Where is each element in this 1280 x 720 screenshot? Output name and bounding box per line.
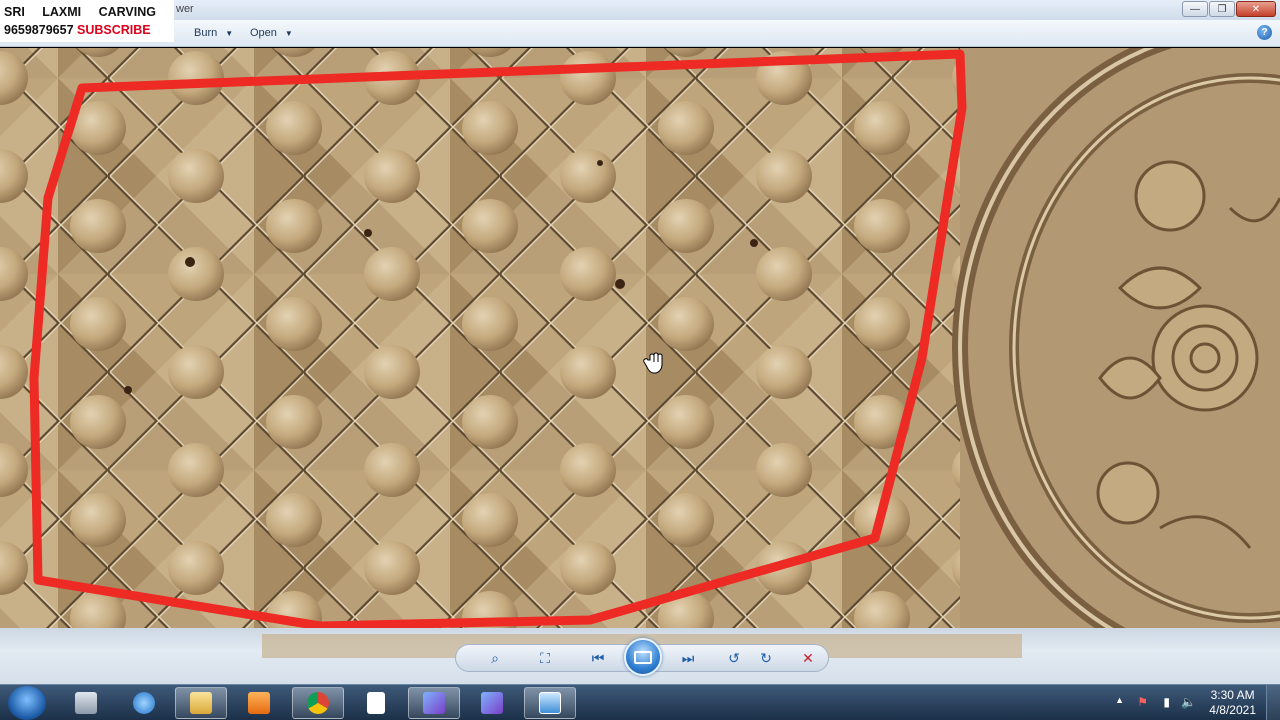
delete-icon: ✕ — [802, 649, 814, 666]
document-icon — [367, 692, 385, 714]
taskbar: ▲ ⚑ ▮ 🔈 3:30 AM 4/8/2021 — [0, 684, 1280, 720]
rotate-ccw-icon: ↺ — [728, 649, 740, 666]
clock-time: 3:30 AM — [1210, 688, 1255, 702]
tray-expand-icon[interactable]: ▲ — [1115, 695, 1124, 705]
taskbar-internet-explorer[interactable] — [118, 687, 170, 719]
slideshow-button[interactable] — [624, 638, 662, 676]
previous-icon: ⏮ — [591, 649, 605, 666]
artcam-icon — [423, 692, 445, 714]
rotate-clockwise-button[interactable]: ↻ — [754, 648, 778, 668]
watermark-word: CARVING — [98, 5, 156, 19]
zoom-button[interactable]: ⌕ — [480, 648, 510, 668]
chevron-down-icon: ▼ — [225, 29, 234, 38]
system-clock[interactable]: 3:30 AM 4/8/2021 — [1209, 688, 1256, 718]
clock-date: 4/8/2021 — [1209, 703, 1256, 717]
window-controls: — ❐ ✕ — [1182, 1, 1276, 17]
taskbar-chrome[interactable] — [292, 687, 344, 719]
show-desktop-button[interactable] — [1266, 685, 1280, 720]
folder-icon — [190, 692, 212, 714]
title-bar: wer — ❐ ✕ — [0, 0, 1280, 20]
photo-viewer-icon — [539, 692, 561, 714]
taskbar-photo-viewer[interactable] — [524, 687, 576, 719]
next-button[interactable]: ⏭ — [676, 648, 700, 668]
image-viewport[interactable] — [0, 48, 1280, 628]
taskbar-artcam-2[interactable] — [466, 687, 518, 719]
delete-button[interactable]: ✕ — [796, 648, 820, 668]
watermark-title-row: SRI LAXMI CARVING — [4, 3, 156, 21]
help-icon[interactable]: ? — [1257, 25, 1272, 40]
network-icon[interactable]: ▮ — [1163, 695, 1170, 709]
viewer-controls: ⌕ ⛶ ⏮ ⏭ ↺ ↻ ✕ — [0, 628, 1280, 684]
chrome-icon — [307, 692, 329, 714]
fit-icon: ⛶ — [540, 649, 550, 666]
fit-to-window-button[interactable]: ⛶ — [533, 648, 557, 668]
taskbar-artcam-1[interactable] — [408, 687, 460, 719]
watermark-phone: 9659879657 — [4, 23, 74, 37]
taskbar-calculator[interactable] — [60, 687, 112, 719]
slideshow-icon — [634, 650, 652, 664]
window-title: wer — [176, 3, 194, 15]
next-icon: ⏭ — [681, 649, 695, 666]
watermark-word: LAXMI — [42, 5, 82, 19]
watermark-word: SRI — [4, 5, 25, 19]
action-center-flag-icon[interactable]: ⚑ — [1137, 695, 1148, 709]
chevron-down-icon: ▼ — [284, 29, 293, 38]
taskbar-document[interactable] — [350, 687, 402, 719]
burn-menu[interactable]: Burn ▼ — [194, 27, 233, 39]
carving-photo — [0, 48, 1280, 628]
watermark-contact-row: 9659879657 SUBSCRIBE — [4, 21, 174, 39]
zoom-icon: ⌕ — [491, 649, 499, 666]
watermark-subscribe: SUBSCRIBE — [77, 23, 151, 37]
channel-watermark: SRI LAXMI CARVING 9659879657 SUBSCRIBE — [0, 0, 174, 42]
open-menu-label: Open — [250, 27, 277, 39]
maximize-button[interactable]: ❐ — [1209, 1, 1235, 17]
calculator-icon — [75, 692, 97, 714]
close-window-button[interactable]: ✕ — [1236, 1, 1276, 17]
menu-bar: Burn ▼ Open ▼ ? — [0, 20, 1280, 47]
start-button[interactable] — [8, 686, 46, 720]
taskbar-file-explorer[interactable] — [175, 687, 227, 719]
internet-explorer-icon — [133, 692, 155, 714]
artcam-icon — [481, 692, 503, 714]
open-menu[interactable]: Open ▼ — [250, 27, 293, 39]
rotate-counterclockwise-button[interactable]: ↺ — [722, 648, 746, 668]
minimize-button[interactable]: — — [1182, 1, 1208, 17]
burn-menu-label: Burn — [194, 27, 218, 39]
taskbar-media-player[interactable] — [233, 687, 285, 719]
previous-button[interactable]: ⏮ — [586, 648, 610, 668]
rotate-cw-icon: ↻ — [760, 649, 772, 666]
media-player-icon — [248, 692, 270, 714]
volume-icon[interactable]: 🔈 — [1181, 695, 1196, 709]
